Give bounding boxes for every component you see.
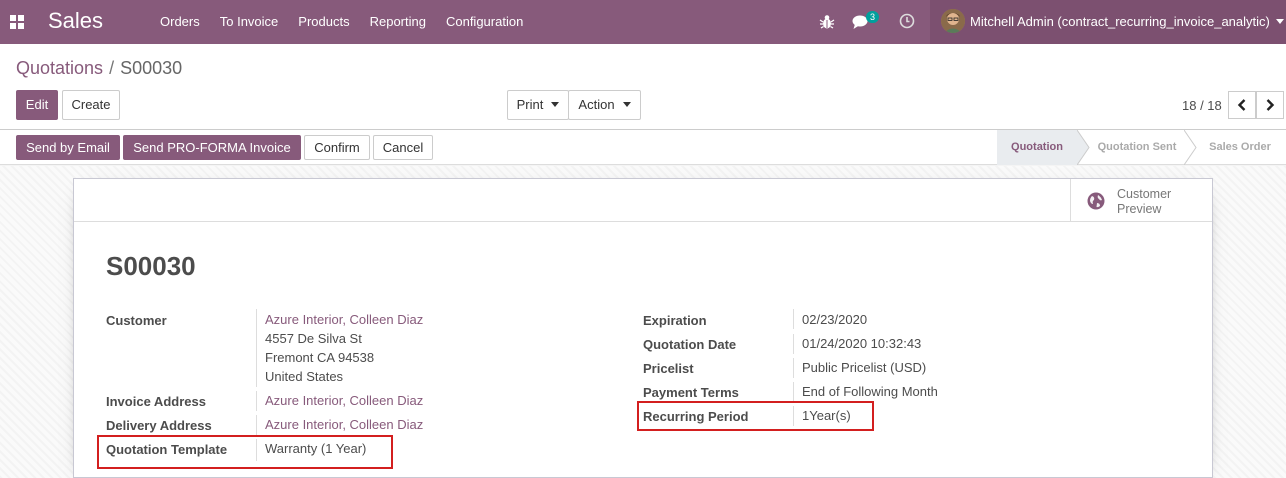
field-divider (256, 391, 257, 411)
create-button[interactable]: Create (62, 90, 120, 120)
customer-preview-label: Customer Preview (1117, 187, 1197, 217)
payment-terms-label: Payment Terms (643, 385, 739, 400)
pricelist-label: Pricelist (643, 361, 694, 376)
activity-clock-icon[interactable] (899, 13, 915, 29)
customer-field: Azure Interior, Colleen Diaz 4557 De Sil… (265, 310, 423, 386)
pager-next-button[interactable] (1256, 91, 1284, 119)
customer-label: Customer (106, 313, 167, 328)
quotation-date-value: 01/24/2020 10:32:43 (802, 336, 922, 351)
app-brand[interactable]: Sales (48, 8, 103, 34)
customer-preview-line1: Customer (1117, 187, 1172, 201)
globe-icon (1087, 192, 1105, 210)
apps-menu-icon[interactable] (10, 15, 24, 29)
chevron-left-icon (1237, 99, 1246, 111)
message-count-badge: 3 (866, 11, 880, 23)
user-menu[interactable]: Mitchell Admin (contract_recurring_invoi… (930, 0, 1286, 44)
delivery-address-label: Delivery Address (106, 418, 212, 433)
cancel-button[interactable]: Cancel (373, 135, 433, 160)
customer-address-line: Fremont CA 94538 (265, 350, 375, 365)
field-divider (793, 309, 794, 329)
chevron-right-icon (1266, 99, 1275, 111)
main-navbar: Sales Orders To Invoice Products Reporti… (0, 0, 1286, 44)
action-dropdown[interactable]: Action (568, 90, 641, 120)
debug-bug-icon[interactable] (818, 13, 836, 31)
control-panel: Quotations / S00030 Edit Create Print Acti… (0, 44, 1286, 130)
field-divider (256, 415, 257, 435)
customer-address-line: United States (265, 369, 344, 384)
top-menu: Orders To Invoice Products Reporting Con… (150, 0, 533, 44)
record-title: S00030 (106, 251, 196, 281)
delivery-address-link[interactable]: Azure Interior, Colleen Diaz (265, 415, 423, 434)
action-label: Action (578, 97, 615, 112)
print-label: Print (516, 97, 544, 112)
breadcrumb-quotations[interactable]: Quotations (16, 58, 103, 78)
invoice-address-label: Invoice Address (106, 394, 206, 409)
breadcrumb-current: S00030 (120, 58, 183, 78)
stage-arrow-icon (1184, 130, 1197, 165)
customer-preview-button[interactable]: Customer Preview (1070, 179, 1212, 222)
field-divider (793, 358, 794, 378)
quotation-date-label: Quotation Date (643, 337, 737, 352)
user-name: Mitchell Admin (contract_recurring_invoi… (970, 14, 1270, 29)
confirm-button[interactable]: Confirm (304, 135, 370, 160)
status-bar: Send by Email Send PRO-FORMA Invoice Con… (0, 130, 1286, 165)
menu-orders[interactable]: Orders (150, 0, 210, 44)
menu-products[interactable]: Products (288, 0, 359, 44)
field-divider (793, 382, 794, 402)
menu-configuration[interactable]: Configuration (436, 0, 533, 44)
stage-pipeline: Quotation Quotation Sent Sales Order (997, 130, 1286, 165)
user-avatar (941, 9, 965, 33)
breadcrumb: Quotations / S00030 (16, 58, 182, 79)
send-proforma-invoice-button[interactable]: Send PRO-FORMA Invoice (123, 135, 301, 160)
form-sheet: Customer Preview S00030 Customer Azure I… (73, 178, 1213, 478)
action-caret-icon (622, 102, 631, 108)
customer-link[interactable]: Azure Interior, Colleen Diaz (265, 310, 423, 329)
menu-reporting[interactable]: Reporting (360, 0, 436, 44)
menu-to-invoice[interactable]: To Invoice (210, 0, 289, 44)
user-caret-icon (1276, 19, 1284, 24)
stage-quotation-sent[interactable]: Quotation Sent (1091, 130, 1183, 165)
field-divider (793, 334, 794, 354)
pricelist-value: Public Pricelist (USD) (802, 360, 927, 375)
stage-quotation[interactable]: Quotation (997, 130, 1077, 165)
edit-button[interactable]: Edit (16, 90, 58, 120)
pager-previous-button[interactable] (1228, 91, 1256, 119)
recurring-period-highlight (637, 401, 874, 431)
expiration-label: Expiration (643, 313, 707, 328)
pager-value: 18 / 18 (1182, 98, 1222, 113)
print-caret-icon (551, 102, 560, 108)
quotation-template-highlight (97, 435, 393, 469)
customer-preview-line2: Preview (1117, 202, 1162, 216)
stage-sales-order[interactable]: Sales Order (1200, 130, 1280, 165)
expiration-value: 02/23/2020 (802, 312, 868, 327)
print-dropdown[interactable]: Print (507, 90, 569, 120)
breadcrumb-separator: / (109, 58, 115, 78)
invoice-address-link[interactable]: Azure Interior, Colleen Diaz (265, 391, 423, 410)
field-divider (256, 309, 257, 387)
smart-button-box: Customer Preview (74, 179, 1212, 222)
payment-terms-value: End of Following Month (802, 384, 938, 399)
send-by-email-button[interactable]: Send by Email (16, 135, 120, 160)
stage-arrow-icon (1077, 130, 1090, 165)
customer-address-line: 4557 De Silva St (265, 331, 362, 346)
